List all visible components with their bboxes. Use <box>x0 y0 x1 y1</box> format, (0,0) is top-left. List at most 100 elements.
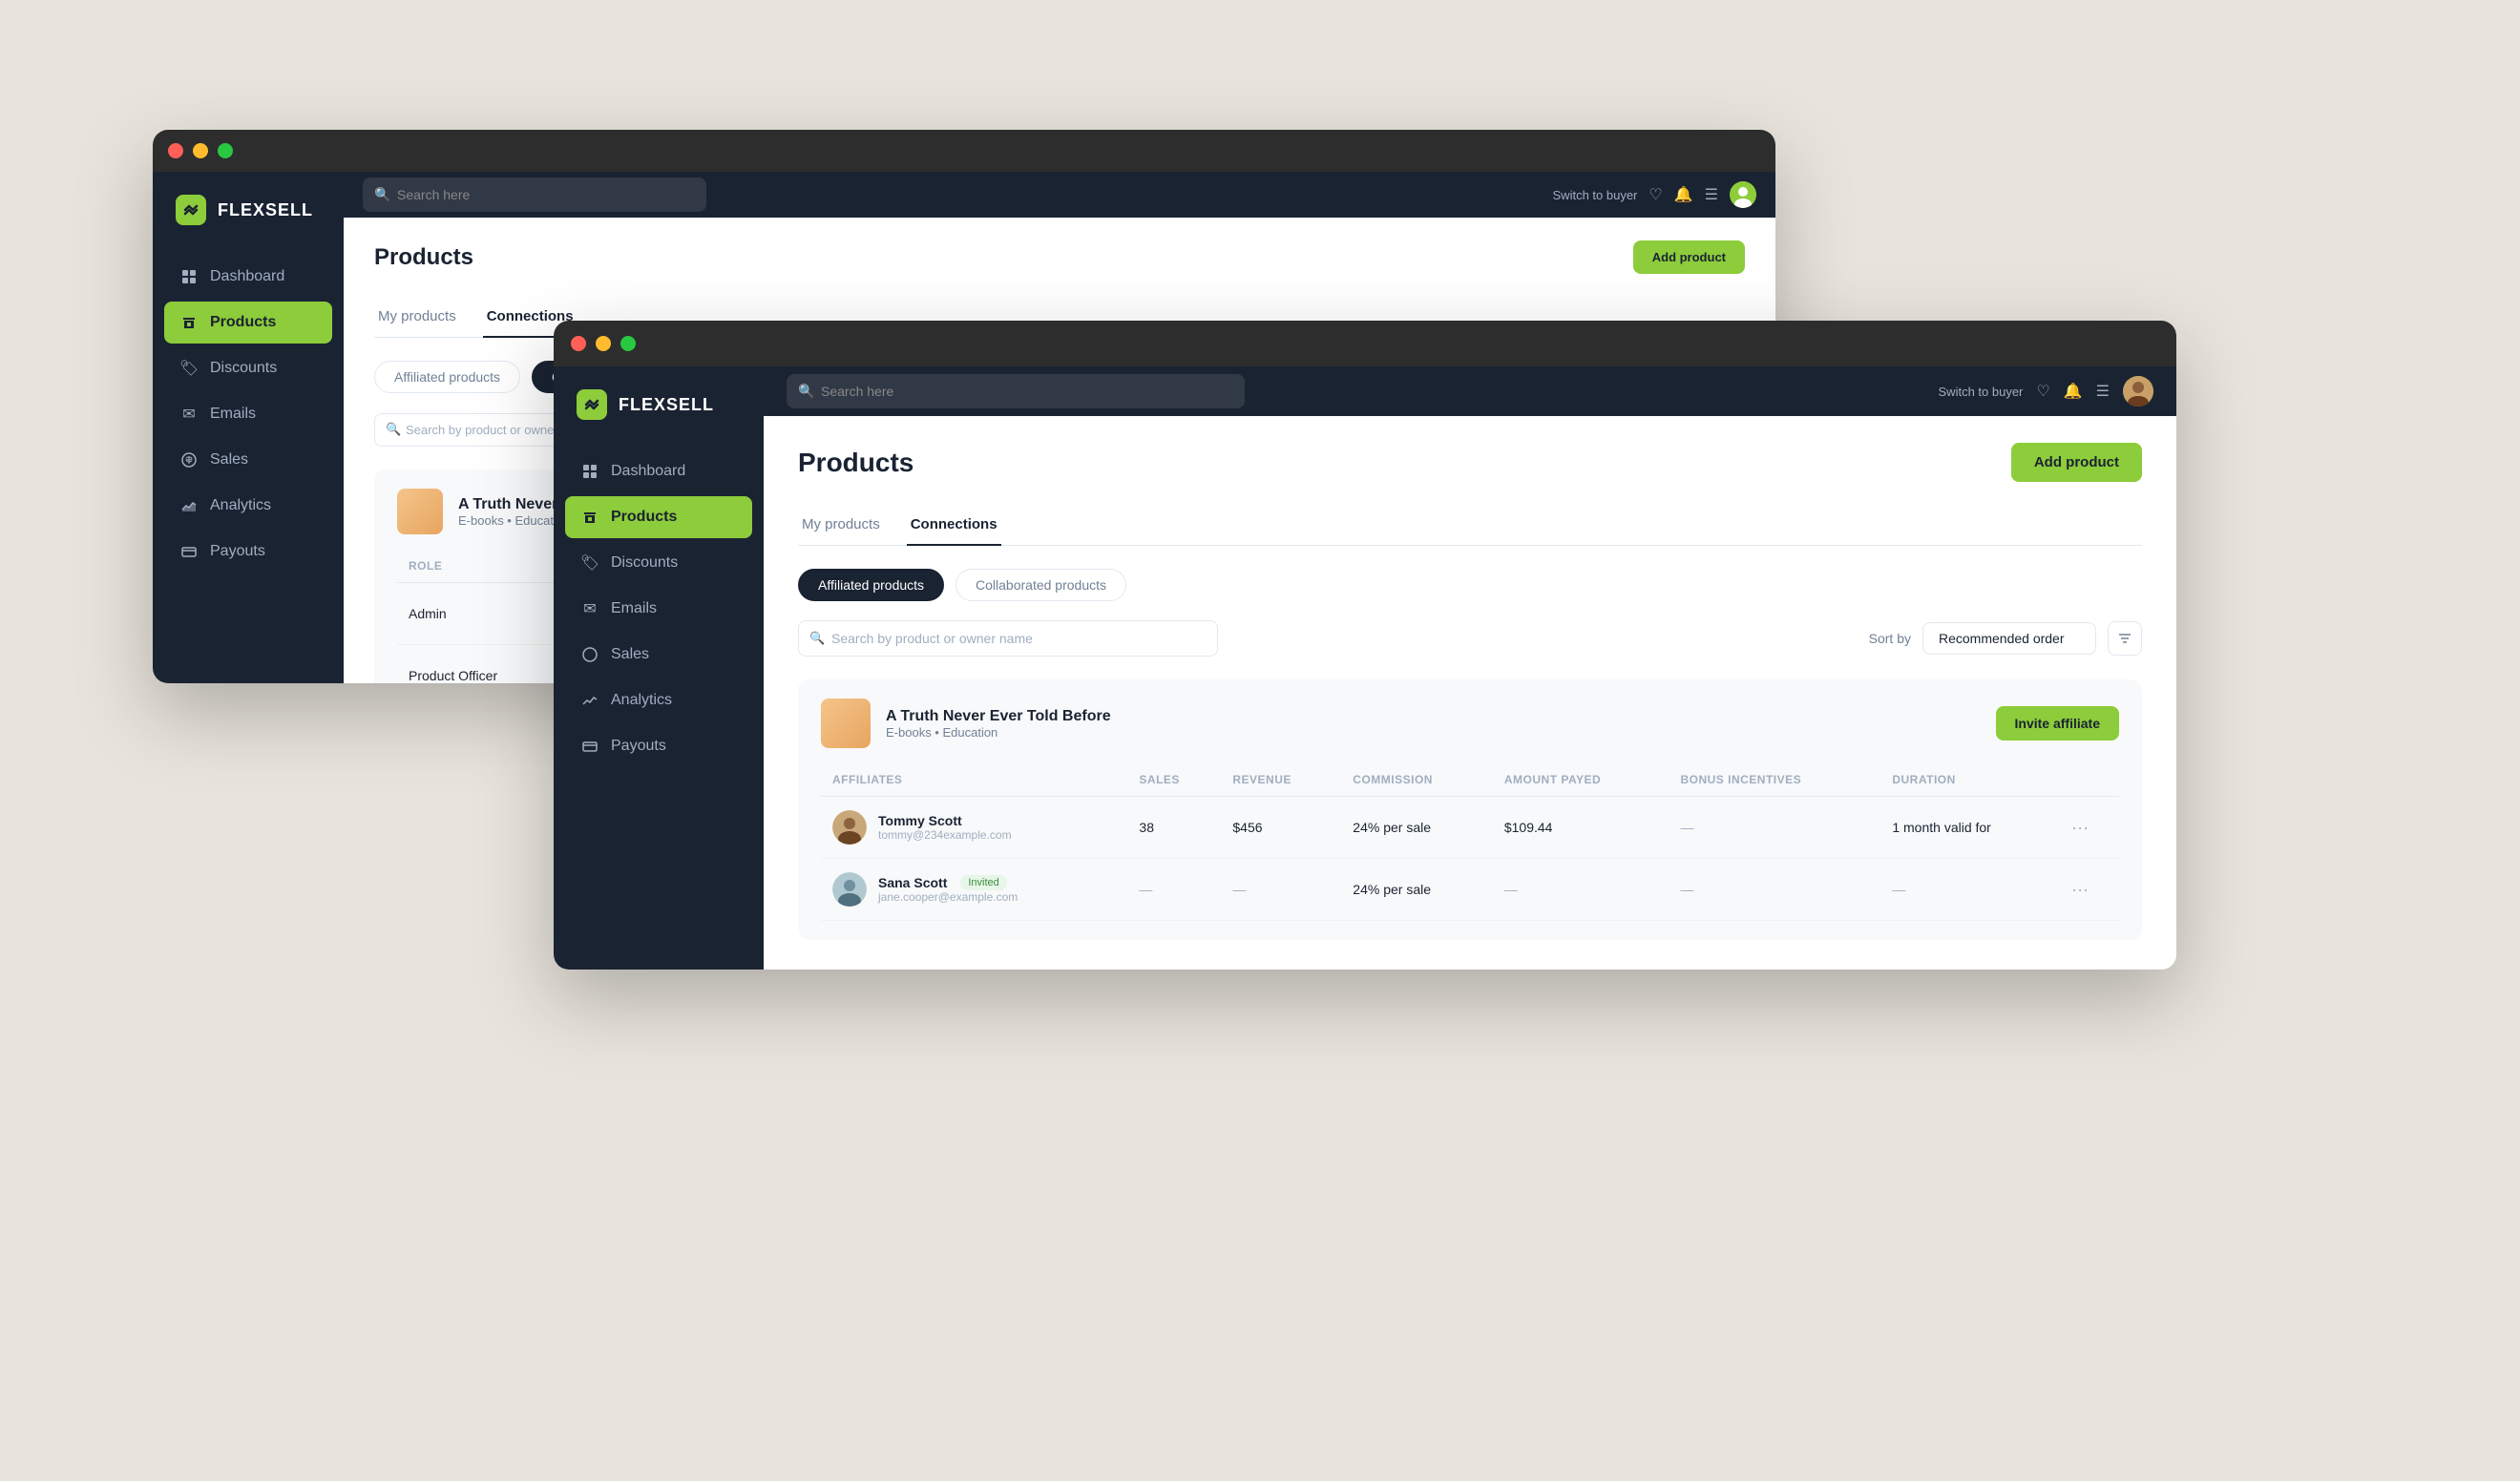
sub-tab-collaborated-front[interactable]: Collaborated products <box>956 569 1126 601</box>
switch-to-buyer-back[interactable]: Switch to buyer <box>1553 188 1638 202</box>
traffic-light-green[interactable] <box>218 143 233 158</box>
search-input-front[interactable] <box>787 374 1245 408</box>
sidebar-label-discounts-back: Discounts <box>210 360 277 377</box>
sidebar-label-payouts-front: Payouts <box>611 738 666 755</box>
logo-icon-back <box>176 195 206 225</box>
search-wrapper-front: 🔍 <box>787 374 1245 408</box>
analytics-icon-back <box>179 496 199 515</box>
col-duration-front: DURATION <box>1880 763 2060 797</box>
sales-icon-front <box>580 645 599 664</box>
sidebar-back: FLEXSELL Dashboard Products <box>153 172 344 683</box>
payouts-icon-front <box>580 737 599 756</box>
traffic-light-yellow[interactable] <box>193 143 208 158</box>
cell-more-front-1[interactable]: ··· <box>2060 859 2119 921</box>
sidebar-item-discounts-back[interactable]: 🏷 Discounts <box>164 347 332 389</box>
page-title-back: Products <box>374 244 473 271</box>
search-icon-front: 🔍 <box>798 384 814 400</box>
search-wrapper-back: 🔍 <box>363 177 706 212</box>
affiliates-table-front: AFFILIATES SALES REVENUE COMMISSION AMOU… <box>821 763 2119 921</box>
traffic-light-green-front[interactable] <box>620 336 636 351</box>
add-product-btn-front[interactable]: Add product <box>2011 443 2142 482</box>
tab-my-products-front[interactable]: My products <box>798 505 884 546</box>
sub-tabs-front: Affiliated products Collaborated product… <box>798 569 2142 601</box>
sidebar-item-payouts-front[interactable]: Payouts <box>565 725 752 767</box>
search-input-back[interactable] <box>363 177 706 212</box>
sidebar-item-sales-front[interactable]: Sales <box>565 634 752 676</box>
bell-icon-front[interactable]: 🔔 <box>2064 382 2083 401</box>
sidebar-item-discounts-front[interactable]: 🏷 Discounts <box>565 542 752 584</box>
col-amount-payed-front: AMOUNT PAYED <box>1493 763 1670 797</box>
add-product-btn-back[interactable]: Add product <box>1633 240 1745 274</box>
sidebar-item-sales-back[interactable]: Sales <box>164 439 332 481</box>
sidebar-item-emails-front[interactable]: ✉ Emails <box>565 588 752 630</box>
sidebar-item-dashboard-front[interactable]: Dashboard <box>565 450 752 492</box>
cell-duration-front-1: — <box>1880 859 2060 921</box>
sidebar-label-products-back: Products <box>210 314 276 331</box>
switch-to-buyer-front[interactable]: Switch to buyer <box>1939 385 2024 399</box>
invite-affiliate-btn-front[interactable]: Invite affiliate <box>1996 706 2119 740</box>
traffic-light-red-front[interactable] <box>571 336 586 351</box>
col-revenue-front: REVENUE <box>1221 763 1341 797</box>
sidebar-item-payouts-back[interactable]: Payouts <box>164 531 332 573</box>
sort-select-front[interactable]: Recommended order <box>1922 622 2096 655</box>
cell-bonus-front-0: — <box>1669 797 1880 859</box>
sidebar-label-dashboard-back: Dashboard <box>210 268 284 285</box>
more-icon-front-1[interactable]: ··· <box>2071 880 2089 899</box>
menu-icon-front[interactable]: ☰ <box>2096 382 2110 401</box>
filter-btn-front[interactable] <box>2108 621 2142 656</box>
content-search-icon-back: 🔍 <box>386 422 401 437</box>
more-icon-front-0[interactable]: ··· <box>2071 818 2089 837</box>
menu-icon-back[interactable]: ☰ <box>1705 185 1718 204</box>
col-affiliates-front: AFFILIATES <box>821 763 1127 797</box>
tab-connections-front[interactable]: Connections <box>907 505 1001 546</box>
traffic-light-yellow-front[interactable] <box>596 336 611 351</box>
cell-commission-front-0: 24% per sale <box>1341 797 1493 859</box>
page-header-front: Products Add product <box>798 443 2142 482</box>
cell-sales-front-1: — <box>1127 859 1221 921</box>
sidebar-item-analytics-back[interactable]: Analytics <box>164 485 332 527</box>
invited-badge-front-1: Invited <box>960 875 1006 890</box>
avatar-front[interactable] <box>2123 376 2153 407</box>
sidebar-nav-front: Dashboard Products 🏷 Discounts ✉ <box>554 450 764 767</box>
sidebar-label-sales-front: Sales <box>611 646 649 663</box>
tab-my-products-back[interactable]: My products <box>374 297 460 338</box>
product-details-front: A Truth Never Ever Told Before E-books •… <box>886 708 1111 740</box>
sidebar-logo-back: FLEXSELL <box>153 195 344 256</box>
tabs-front: My products Connections <box>798 505 2142 546</box>
sidebar-label-emails-back: Emails <box>210 406 256 423</box>
sub-tab-affiliated-back[interactable]: Affiliated products <box>374 361 520 393</box>
sidebar-item-products-front[interactable]: Products <box>565 496 752 538</box>
col-commission-front: COMMISSION <box>1341 763 1493 797</box>
product-name-front: A Truth Never Ever Told Before <box>886 708 1111 725</box>
sidebar-item-products-back[interactable]: Products <box>164 302 332 344</box>
user-email-front-1: jane.cooper@example.com <box>878 890 1018 904</box>
analytics-icon-front <box>580 691 599 710</box>
product-category-front: E-books • Education <box>886 725 1111 740</box>
bell-icon-back[interactable]: 🔔 <box>1674 185 1693 204</box>
logo-icon-front <box>577 389 607 420</box>
content-search-front: 🔍 <box>798 620 1218 657</box>
sub-tab-affiliated-front[interactable]: Affiliated products <box>798 569 944 601</box>
dashboard-icon-back <box>179 267 199 286</box>
sidebar-item-analytics-front[interactable]: Analytics <box>565 679 752 721</box>
traffic-light-red[interactable] <box>168 143 183 158</box>
cell-revenue-front-1: — <box>1221 859 1341 921</box>
sidebar-label-payouts-back: Payouts <box>210 543 265 560</box>
avatar-back[interactable] <box>1730 181 1756 208</box>
sidebar-item-emails-back[interactable]: ✉ Emails <box>164 393 332 435</box>
content-search-input-front[interactable] <box>798 620 1218 657</box>
discounts-icon-front: 🏷 <box>580 553 599 573</box>
sidebar-item-dashboard-back[interactable]: Dashboard <box>164 256 332 298</box>
cell-bonus-front-1: — <box>1669 859 1880 921</box>
heart-icon-back[interactable]: ♡ <box>1648 185 1662 204</box>
app-top-bar-back: 🔍 Switch to buyer ♡ 🔔 ☰ <box>344 172 1775 218</box>
cell-commission-front-1: 24% per sale <box>1341 859 1493 921</box>
sidebar-label-emails-front: Emails <box>611 600 657 617</box>
heart-icon-front[interactable]: ♡ <box>2036 382 2049 401</box>
emails-icon-back: ✉ <box>179 405 199 424</box>
product-header-front: A Truth Never Ever Told Before E-books •… <box>821 699 2119 748</box>
user-avatar-front-1 <box>832 872 867 907</box>
cell-more-front-0[interactable]: ··· <box>2060 797 2119 859</box>
dashboard-icon-front <box>580 462 599 481</box>
cell-user-front-1: Sana Scott Invited jane.cooper@example.c… <box>821 859 1127 921</box>
